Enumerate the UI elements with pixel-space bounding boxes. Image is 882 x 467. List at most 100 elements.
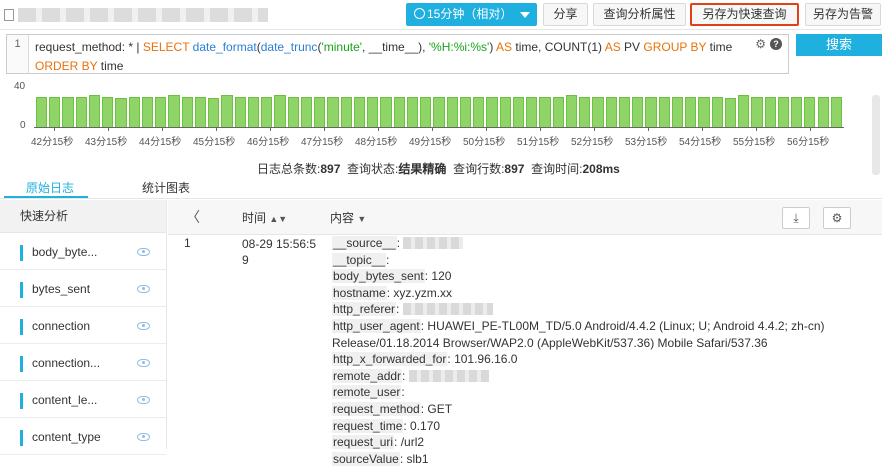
histogram-bar[interactable] — [738, 95, 750, 128]
histogram-bars[interactable] — [36, 78, 882, 128]
histogram-bar[interactable] — [764, 96, 776, 128]
settings-gear-icon[interactable]: ⚙ — [823, 207, 851, 229]
log-field-value[interactable]: slb1 — [407, 452, 429, 466]
histogram-bar[interactable] — [632, 96, 644, 128]
histogram-bar[interactable] — [261, 96, 273, 128]
histogram-bar[interactable] — [314, 96, 326, 128]
query-text[interactable]: request_method: * | SELECT date_format(d… — [35, 38, 755, 76]
histogram-bar[interactable] — [645, 96, 657, 128]
log-field-key[interactable]: remote_addr — [332, 368, 403, 383]
log-field-key[interactable]: sourceValue — [332, 451, 400, 466]
log-field-key[interactable]: __source__ — [332, 236, 397, 250]
column-time[interactable]: 时间 ▲▼ — [242, 209, 287, 226]
log-field-key[interactable]: request_method — [332, 401, 421, 416]
eye-icon[interactable] — [137, 433, 150, 441]
histogram-bar[interactable] — [605, 96, 617, 128]
histogram-bar[interactable] — [658, 96, 670, 128]
sort-icon[interactable]: ▲▼ — [269, 214, 287, 224]
histogram-bar[interactable] — [817, 96, 829, 128]
histogram-bar[interactable] — [406, 96, 419, 128]
histogram-bar[interactable] — [671, 96, 684, 128]
histogram-bar[interactable] — [155, 96, 167, 128]
histogram-bar[interactable] — [300, 96, 313, 128]
histogram-bar[interactable] — [367, 96, 379, 128]
histogram-bar[interactable] — [287, 96, 299, 128]
eye-icon[interactable] — [137, 322, 150, 330]
histogram-bar[interactable] — [526, 96, 538, 128]
help-icon[interactable]: ? — [770, 38, 782, 50]
histogram-bar[interactable] — [141, 96, 154, 128]
log-field-key[interactable]: remote_user — [332, 385, 402, 400]
histogram-bar[interactable] — [618, 96, 631, 128]
histogram-bar[interactable] — [433, 96, 445, 128]
log-field-key[interactable]: body_bytes_sent — [332, 269, 425, 284]
histogram-bar[interactable] — [353, 96, 366, 128]
histogram-bar[interactable] — [221, 95, 233, 128]
histogram-bar[interactable] — [830, 96, 842, 128]
log-field-value[interactable]: GET — [427, 402, 452, 416]
eye-icon[interactable] — [137, 359, 150, 367]
histogram-bar[interactable] — [274, 95, 286, 128]
eye-icon[interactable] — [137, 396, 150, 404]
column-content[interactable]: 内容 ▼ — [330, 209, 366, 226]
histogram-bar[interactable] — [698, 96, 710, 128]
histogram-bar[interactable] — [393, 96, 405, 128]
quick-analysis-item[interactable]: content_le... — [0, 381, 166, 418]
histogram-bar[interactable] — [420, 96, 432, 128]
histogram-bar[interactable] — [194, 96, 207, 128]
log-field-key[interactable]: __topic__ — [332, 252, 387, 267]
histogram-bar[interactable] — [751, 96, 763, 128]
histogram-bar[interactable] — [499, 96, 511, 128]
save-alert-button[interactable]: 另存为告警 — [805, 3, 881, 26]
quick-analysis-item[interactable]: connection... — [0, 344, 166, 381]
log-field-value[interactable]: 120 — [431, 269, 451, 283]
log-field-value[interactable]: 0.170 — [410, 419, 440, 433]
query-editor[interactable]: 1 request_method: * | SELECT date_format… — [6, 34, 789, 74]
gear-icon[interactable]: ⚙ — [755, 37, 766, 51]
histogram-bar[interactable] — [473, 96, 485, 128]
histogram-bar[interactable] — [181, 96, 193, 128]
histogram-bar[interactable] — [711, 96, 723, 128]
eye-icon[interactable] — [137, 248, 150, 256]
histogram-bar[interactable] — [327, 96, 339, 128]
histogram-bar[interactable] — [446, 96, 458, 128]
histogram-bar[interactable] — [168, 95, 180, 128]
histogram-bar[interactable] — [539, 96, 551, 128]
histogram-bar[interactable] — [62, 96, 74, 128]
search-button[interactable]: 搜索 — [796, 34, 882, 56]
log-field-key[interactable]: request_uri — [332, 435, 395, 450]
histogram-bar[interactable] — [552, 96, 564, 128]
histogram-bar[interactable] — [565, 95, 578, 128]
log-field-value[interactable]: 101.96.16.0 — [454, 352, 517, 366]
histogram-bar[interactable] — [102, 96, 114, 128]
histogram-bar[interactable] — [579, 96, 591, 128]
quick-analysis-item[interactable]: content_type — [0, 418, 166, 455]
histogram-bar[interactable] — [459, 96, 472, 128]
histogram-bar[interactable] — [128, 96, 140, 128]
histogram-bar[interactable] — [88, 95, 101, 128]
eye-icon[interactable] — [137, 285, 150, 293]
log-field-key[interactable]: http_x_forwarded_for — [332, 352, 448, 367]
quick-analysis-item[interactable]: body_byte... — [0, 233, 166, 270]
histogram-bar[interactable] — [724, 97, 737, 128]
histogram-bar[interactable] — [36, 96, 48, 128]
dropdown-icon[interactable]: ▼ — [357, 214, 366, 224]
histogram-bar[interactable] — [592, 96, 604, 128]
log-field-key[interactable]: request_time — [332, 418, 404, 433]
histogram-bar[interactable] — [208, 97, 220, 128]
histogram-bar[interactable] — [685, 96, 697, 128]
histogram-bar[interactable] — [804, 96, 816, 128]
histogram-bar[interactable] — [340, 96, 352, 128]
histogram-bar[interactable] — [75, 96, 87, 128]
log-field-key[interactable]: http_user_agent — [332, 318, 421, 333]
vertical-scrollbar[interactable] — [872, 95, 880, 175]
query-properties-button[interactable]: 查询分析属性 — [593, 3, 686, 26]
save-quick-query-button[interactable]: 另存为快速查询 — [690, 3, 799, 26]
log-field-key[interactable]: hostname — [332, 285, 387, 300]
histogram-bar[interactable] — [49, 96, 61, 128]
histogram-bar[interactable] — [115, 97, 127, 128]
histogram-bar[interactable] — [777, 96, 789, 128]
time-range-button[interactable]: 15分钟（相对） — [406, 3, 537, 26]
quick-analysis-item[interactable]: connection — [0, 307, 166, 344]
histogram-bar[interactable] — [486, 96, 498, 128]
